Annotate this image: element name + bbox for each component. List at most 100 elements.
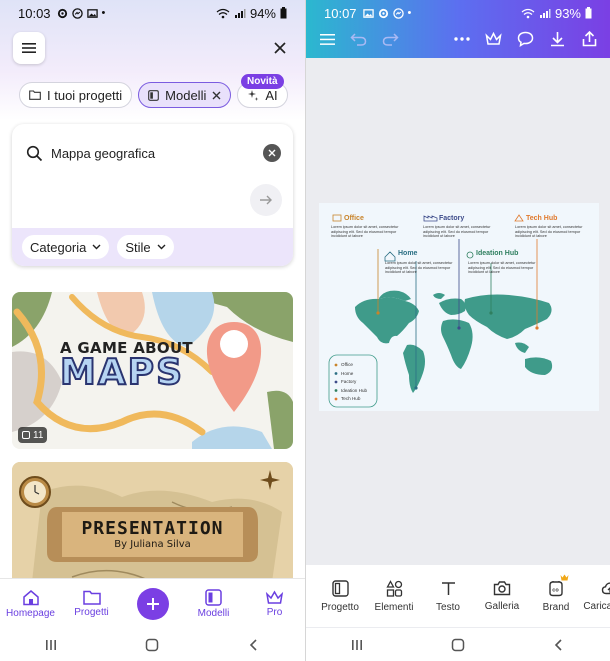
battery-icon (585, 7, 592, 19)
home-button-icon[interactable] (451, 638, 465, 652)
legend-home: Home (341, 370, 354, 376)
close-button[interactable] (270, 38, 290, 58)
comment-icon (517, 31, 534, 47)
search-icon (26, 145, 43, 161)
signal-icon (539, 8, 551, 18)
chip-my-projects[interactable]: I tuoi progetti (19, 82, 133, 108)
gear-icon (378, 8, 388, 18)
create-button[interactable] (136, 587, 169, 620)
editor-menu-button[interactable] (316, 28, 338, 50)
pages-icon (22, 431, 30, 439)
camera-icon (493, 581, 511, 596)
editor-bottom-tools: Progetto Elementi Testo Galleria co Bran… (306, 565, 610, 627)
chevron-down-icon (157, 244, 166, 250)
search-filters: Categoria Stile (12, 228, 293, 266)
template-presentation-title: PRESENTATION (81, 518, 224, 539)
gallery-icon (362, 8, 374, 18)
comment-button[interactable] (515, 28, 537, 50)
nav-create[interactable] (127, 587, 179, 620)
status-time: 10:07 (324, 5, 357, 21)
nav-templates-label: Modelli (197, 607, 230, 619)
chip-remove-icon[interactable] (212, 91, 221, 100)
recent-apps-icon[interactable] (350, 638, 364, 652)
search-row[interactable]: Mappa geografica (26, 144, 281, 162)
chip-my-projects-label: I tuoi progetti (47, 87, 123, 103)
submit-search-button[interactable] (250, 184, 282, 216)
style-filter[interactable]: Stile (117, 235, 174, 259)
nav-pro[interactable]: Pro (249, 590, 301, 618)
tool-gallery[interactable]: Galleria (478, 580, 526, 612)
back-icon[interactable] (552, 638, 566, 652)
signal-icon (234, 8, 246, 18)
tool-elements[interactable]: Elementi (370, 579, 418, 613)
label-tech-hub: Tech Hub (526, 215, 558, 222)
brand-icon: co (549, 580, 563, 596)
status-bar: 10:03 • 94% (0, 0, 305, 26)
template-card-game-maps[interactable]: A GAME ABOUT MAPS 11 (12, 292, 293, 449)
undo-button[interactable] (348, 28, 370, 50)
category-filter-label: Categoria (30, 239, 87, 255)
premium-button[interactable] (483, 28, 505, 50)
download-button[interactable] (546, 28, 568, 50)
tool-uploads[interactable]: Caricamenti (583, 580, 610, 612)
undo-icon (350, 32, 367, 46)
nav-homepage[interactable]: Homepage (5, 589, 57, 619)
template-title-line2: MAPS (59, 351, 184, 394)
close-icon (274, 42, 286, 54)
legend-office: Office (341, 362, 353, 367)
tool-project[interactable]: Progetto (316, 579, 364, 613)
status-notification-icons: • (362, 7, 412, 19)
status-notification-icons: • (57, 7, 105, 19)
arrow-right-icon (260, 195, 272, 205)
wifi-icon (521, 8, 535, 18)
folder-icon (29, 90, 41, 100)
tool-brand[interactable]: co Brand (532, 574, 580, 613)
legend-tech-hub: Tech Hub (341, 396, 361, 401)
tool-text[interactable]: Testo (424, 580, 472, 613)
crown-icon (265, 590, 284, 604)
nav-projects[interactable]: Progetti (66, 590, 118, 618)
more-options-button[interactable] (451, 28, 473, 50)
wifi-icon (216, 8, 230, 18)
design-editor-screen: 10:07 • 93% Office Factory Tech Hub Home… (305, 0, 610, 661)
gear-icon (57, 8, 67, 18)
template-icon (148, 89, 160, 101)
category-filter[interactable]: Categoria (22, 235, 110, 259)
menu-button[interactable] (13, 32, 45, 64)
messenger-icon (71, 7, 83, 19)
label-ideation-hub: Ideation Hub (476, 250, 519, 257)
templates-search-screen: 10:03 • 94% I tuoi progetti Modelli AI N… (0, 0, 305, 661)
back-icon[interactable] (247, 638, 261, 652)
dot-icon: • (407, 7, 412, 19)
search-card: Mappa geografica Categoria Stile (12, 124, 293, 266)
status-time: 10:03 (18, 5, 51, 21)
home-button-icon[interactable] (145, 638, 159, 652)
redo-button[interactable] (380, 28, 402, 50)
tool-text-label: Testo (436, 601, 460, 613)
download-icon (550, 32, 564, 47)
chip-templates-label: Modelli (165, 87, 207, 103)
text-icon (441, 581, 455, 595)
label-office: Office (344, 215, 364, 222)
tool-gallery-label: Galleria (484, 601, 520, 612)
label-home: Home (398, 250, 418, 257)
hamburger-icon (319, 33, 335, 45)
nav-pro-label: Pro (266, 606, 283, 618)
chip-templates[interactable]: Modelli (138, 82, 232, 108)
search-input[interactable]: Mappa geografica (51, 146, 155, 161)
share-button[interactable] (578, 28, 600, 50)
style-filter-label: Stile (125, 239, 151, 255)
recent-apps-icon[interactable] (44, 638, 58, 652)
upload-cloud-icon (601, 582, 610, 595)
clear-search-button[interactable] (263, 144, 281, 162)
sparkle-icon (248, 90, 259, 101)
design-canvas[interactable]: Office Factory Tech Hub Home Ideation Hu… (319, 203, 599, 411)
nav-templates[interactable]: Modelli (188, 588, 240, 619)
tool-uploads-label: Caricamenti (583, 601, 610, 612)
svg-text:co: co (552, 587, 559, 593)
redo-icon (382, 32, 399, 46)
tool-brand-label: Brand (542, 601, 570, 613)
home-icon (22, 589, 39, 605)
layout-icon (331, 579, 349, 597)
battery-level: 94% (249, 5, 276, 21)
